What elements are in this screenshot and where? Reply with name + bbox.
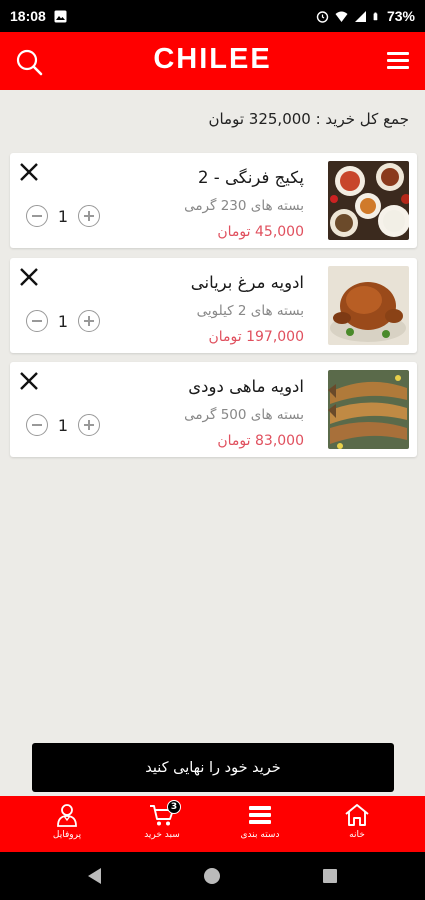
increase-quantity-button[interactable] bbox=[78, 310, 100, 332]
system-recents-icon[interactable] bbox=[323, 869, 337, 883]
nav-profile[interactable]: پروفایل bbox=[22, 796, 112, 852]
cart-count-badge: 3 bbox=[167, 800, 181, 814]
smoked-fish-photo bbox=[328, 370, 409, 449]
battery-percent: 73% bbox=[386, 8, 415, 24]
item-package: بسته های 2 کیلویی bbox=[196, 303, 304, 319]
item-quantity: 1 bbox=[57, 206, 69, 226]
decrease-quantity-button[interactable] bbox=[26, 310, 48, 332]
cart-item: پکیج فرنگی - 2 بسته های 230 گرمی 45,000 … bbox=[10, 153, 417, 248]
nav-categories[interactable]: دسته بندی bbox=[215, 796, 305, 852]
profile-icon bbox=[57, 804, 77, 827]
signal-icon bbox=[354, 10, 366, 22]
app-header: CHILEE bbox=[0, 32, 425, 90]
nav-cart-label: سبد خرید bbox=[144, 830, 180, 840]
status-bar: 18:08 73% bbox=[0, 0, 425, 32]
nav-home-label: خانه bbox=[349, 830, 365, 840]
system-navigation-bar bbox=[0, 852, 425, 900]
item-name: پکیج فرنگی - 2 bbox=[198, 168, 304, 187]
remove-item-icon[interactable] bbox=[18, 161, 40, 183]
nav-profile-label: پروفایل bbox=[52, 830, 82, 840]
item-quantity: 1 bbox=[57, 311, 69, 331]
increase-quantity-button[interactable] bbox=[78, 414, 100, 436]
increase-quantity-button[interactable] bbox=[78, 205, 100, 227]
item-price: 197,000 تومان bbox=[208, 329, 304, 345]
decrease-quantity-button[interactable] bbox=[26, 205, 48, 227]
item-name: ادویه مرغ بریانی bbox=[190, 273, 304, 292]
decrease-quantity-button[interactable] bbox=[26, 414, 48, 436]
checkout-button[interactable]: خرید خود را نهایی کنید bbox=[32, 743, 394, 792]
cart-item: ادویه ماهی دودی بسته های 500 گرمی 83,000… bbox=[10, 362, 417, 457]
menu-icon[interactable] bbox=[387, 52, 409, 70]
nav-cart[interactable]: 3 سبد خرید bbox=[117, 796, 207, 852]
item-price: 45,000 تومان bbox=[217, 224, 304, 240]
cart-total-amount: 325,000 bbox=[248, 110, 311, 128]
bottom-navigation: پروفایل 3 سبد خرید دسته بندی خانه bbox=[0, 796, 425, 852]
system-home-icon[interactable] bbox=[204, 868, 220, 884]
wifi-icon bbox=[335, 11, 348, 22]
cart-item: ادویه مرغ بریانی بسته های 2 کیلویی 197,0… bbox=[10, 258, 417, 353]
remove-item-icon[interactable] bbox=[18, 370, 40, 392]
battery-icon bbox=[373, 12, 378, 20]
item-name: ادویه ماهی دودی bbox=[188, 377, 304, 396]
item-package: بسته های 500 گرمی bbox=[184, 407, 304, 423]
categories-icon bbox=[249, 806, 271, 824]
cart-total-currency: تومان bbox=[208, 110, 245, 128]
home-icon bbox=[345, 804, 369, 826]
quantity-stepper: 1 bbox=[26, 205, 100, 227]
quantity-stepper: 1 bbox=[26, 310, 100, 332]
dishes-photo bbox=[328, 161, 409, 240]
remove-item-icon[interactable] bbox=[18, 266, 40, 288]
item-package: بسته های 230 گرمی bbox=[184, 198, 304, 214]
gallery-notification-icon bbox=[54, 10, 67, 22]
system-back-icon[interactable] bbox=[88, 868, 101, 884]
status-time: 18:08 bbox=[10, 8, 46, 24]
app-logo: CHILEE bbox=[153, 43, 272, 75]
quantity-stepper: 1 bbox=[26, 414, 100, 436]
item-quantity: 1 bbox=[57, 415, 69, 435]
nav-home[interactable]: خانه bbox=[312, 796, 402, 852]
roast-chicken-photo bbox=[328, 266, 409, 345]
item-price: 83,000 تومان bbox=[217, 433, 304, 449]
nav-categories-label: دسته بندی bbox=[240, 830, 280, 840]
cart-total: جمع کل خرید : 325,000 تومان bbox=[208, 110, 409, 128]
cart-total-label: جمع کل خرید : bbox=[315, 110, 409, 128]
alarm-icon bbox=[316, 10, 329, 23]
